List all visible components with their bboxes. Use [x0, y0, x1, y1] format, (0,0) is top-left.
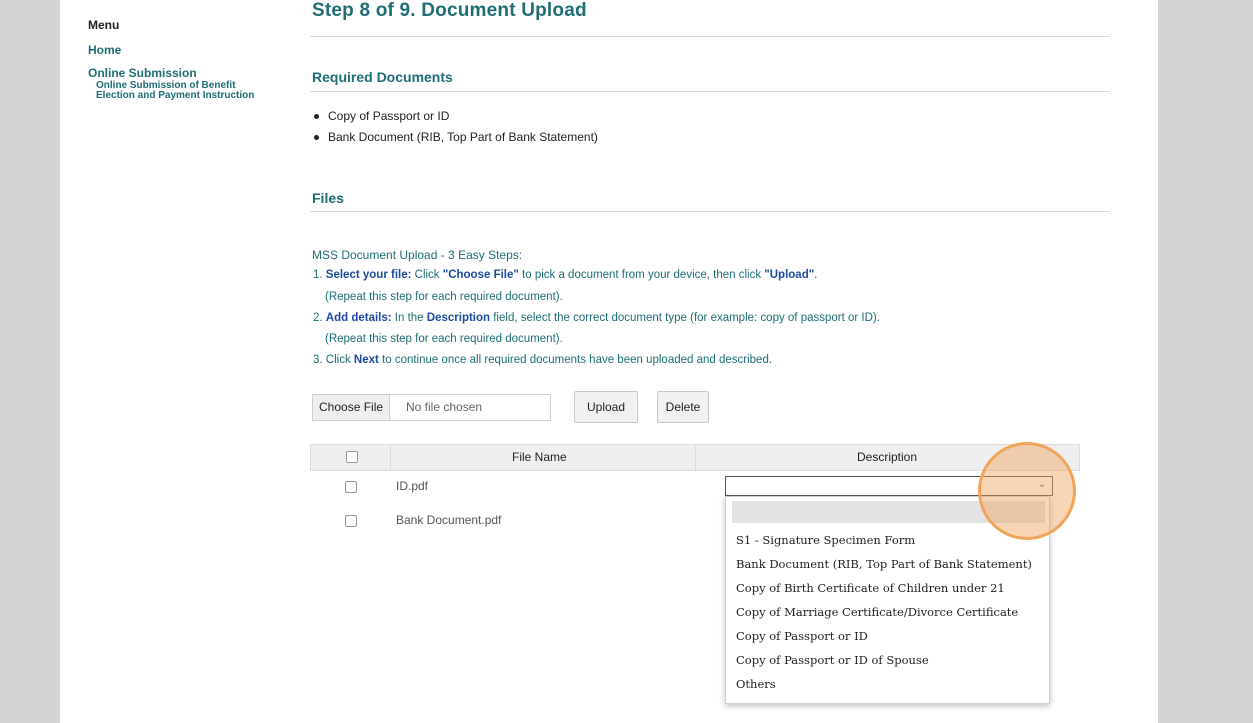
menu-title: Menu — [88, 18, 120, 32]
file-input[interactable]: Choose File No file chosen — [312, 394, 551, 421]
column-header-file-name: File Name — [512, 450, 567, 464]
divider — [310, 91, 1110, 92]
menu-subitem-benefit-election[interactable]: Online Submission of Benefit Election an… — [96, 81, 286, 101]
step-1-instruction: 1. Select your file: Click "Choose File"… — [313, 269, 818, 281]
step-1-repeat-note: (Repeat this step for each required docu… — [325, 291, 563, 303]
dropdown-option[interactable]: S1 - Signature Specimen Form — [736, 533, 915, 547]
menu-subitem-line2: Election and Payment Instruction — [96, 90, 255, 101]
dropdown-option[interactable]: Copy of Passport or ID — [736, 629, 868, 643]
files-table-header: File Name Description — [310, 444, 1080, 471]
menu-item-home[interactable]: Home — [88, 43, 121, 57]
right-backdrop — [1158, 0, 1253, 723]
column-divider — [695, 445, 696, 470]
column-header-description: Description — [857, 450, 918, 464]
select-all-checkbox[interactable] — [346, 451, 358, 463]
step-2-repeat-note: (Repeat this step for each required docu… — [325, 333, 563, 345]
file-name: Bank Document.pdf — [396, 513, 502, 527]
file-status-text: No file chosen — [406, 400, 483, 414]
page: Menu Home Online Submission Online Submi… — [60, 0, 1158, 723]
required-documents-list: Copy of Passport or ID Bank Document (RI… — [312, 106, 598, 148]
dropdown-option[interactable]: Others — [736, 677, 776, 691]
dropdown-option[interactable]: Copy of Birth Certificate of Children un… — [736, 581, 1005, 595]
page-title: Step 8 of 9. Document Upload — [312, 0, 587, 21]
dropdown-option[interactable]: Bank Document (RIB, Top Part of Bank Sta… — [736, 557, 1032, 571]
file-name: ID.pdf — [396, 479, 429, 493]
column-divider — [390, 445, 391, 470]
list-item: Copy of Passport or ID — [312, 106, 598, 127]
left-backdrop — [0, 0, 60, 723]
upload-button[interactable]: Upload — [574, 391, 638, 423]
step-2-instruction: 2. Add details: In the Description field… — [313, 312, 880, 324]
menu-item-online-submission[interactable]: Online Submission — [88, 66, 197, 80]
divider — [310, 36, 1110, 37]
list-item: Bank Document (RIB, Top Part of Bank Sta… — [312, 127, 598, 148]
delete-button[interactable]: Delete — [657, 391, 709, 423]
dropdown-option[interactable]: Copy of Passport or ID of Spouse — [736, 653, 929, 667]
required-documents-heading: Required Documents — [312, 69, 453, 85]
step-3-instruction: 3. Click Next to continue once all requi… — [313, 354, 773, 366]
click-highlight-circle — [978, 442, 1076, 540]
row-checkbox[interactable] — [345, 481, 357, 493]
dropdown-option[interactable]: Copy of Marriage Certificate/Divorce Cer… — [736, 605, 1018, 619]
divider — [310, 211, 1110, 212]
choose-file-button[interactable]: Choose File — [313, 395, 391, 420]
steps-intro: MSS Document Upload - 3 Easy Steps: — [312, 248, 523, 262]
files-heading: Files — [312, 190, 344, 206]
row-checkbox[interactable] — [345, 515, 357, 527]
